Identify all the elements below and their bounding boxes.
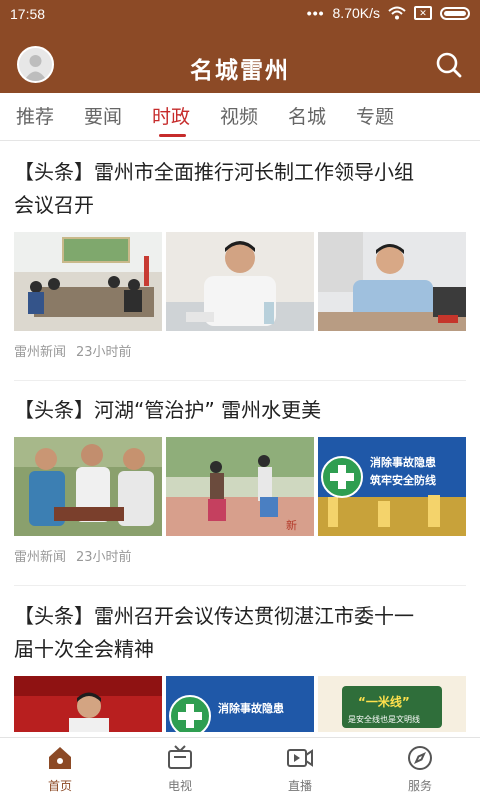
news-item[interactable]: 【头条】雷州市全面推行河长制工作领导小组 会议召开 雷州新闻 23小时前 — [0, 156, 480, 360]
network-speed: 8.70K/s — [332, 5, 380, 21]
nav-label: 电视 — [167, 779, 192, 793]
news-item[interactable]: 【头条】雷州召开会议传达贯彻湛江市委十一 届十次全会精神 消除事故隐患 “一米线… — [0, 600, 480, 732]
news-meta: 雷州新闻 23小时前 — [14, 341, 466, 360]
news-title[interactable]: 【头条】河湖“管治护” 雷州水更美 — [14, 394, 466, 427]
tab-video[interactable]: 视频 — [220, 93, 288, 141]
nav-services[interactable]: 服务 — [360, 738, 480, 800]
news-time: 23小时前 — [76, 345, 132, 360]
wifi-icon — [388, 6, 406, 20]
app-header: 17:58 ••• 8.70K/s ✕ 名城雷州 — [0, 0, 480, 93]
news-time: 23小时前 — [76, 550, 132, 565]
news-photo-park-walk[interactable]: 新 — [166, 437, 314, 536]
news-title[interactable]: 【头条】雷州召开会议传达贯彻湛江市委十一 届十次全会精神 — [14, 600, 466, 666]
news-source: 雷州新闻 — [14, 345, 67, 360]
news-thumbnails: 新 消除事故隐患 筑牢安全防线 — [14, 437, 466, 536]
divider — [14, 585, 466, 586]
tab-topics[interactable]: 专题 — [356, 93, 424, 141]
tab-headlines[interactable]: 要闻 — [84, 93, 152, 141]
title-bar: 名城雷州 — [0, 38, 480, 93]
nav-live[interactable]: 直播 — [240, 738, 360, 800]
svg-text:“一米线”: “一米线” — [358, 694, 410, 709]
news-photo-inspection[interactable] — [14, 437, 162, 536]
news-feed: 【头条】雷州市全面推行河长制工作领导小组 会议召开 雷州新闻 23小时前 【头条… — [0, 142, 480, 732]
tab-recommend[interactable]: 推荐 — [16, 93, 84, 141]
news-photo-meeting-room[interactable] — [14, 232, 162, 331]
live-camera-icon — [287, 749, 313, 767]
home-icon — [49, 747, 71, 769]
divider — [14, 380, 466, 381]
bottom-navigation: 首页 电视 直播 服务 — [0, 737, 480, 800]
nav-tv[interactable]: 电视 — [120, 738, 240, 800]
compass-icon — [408, 746, 432, 770]
news-banner-safety[interactable]: 消除事故隐患 — [166, 676, 314, 732]
news-item[interactable]: 【头条】河湖“管治护” 雷州水更美 新 消除事故隐患 筑牢安全防线 雷州新闻 2… — [0, 394, 480, 565]
status-indicators: ••• 8.70K/s ✕ — [307, 5, 470, 21]
news-title[interactable]: 【头条】雷州市全面推行河长制工作领导小组 会议召开 — [14, 156, 466, 222]
news-photo-official[interactable] — [318, 232, 466, 331]
battery-icon — [440, 6, 470, 20]
news-thumbnails — [14, 232, 466, 331]
nav-label: 服务 — [407, 779, 432, 793]
news-meta: 雷州新闻 23小时前 — [14, 546, 466, 565]
status-dots: ••• — [306, 5, 325, 21]
tv-icon — [168, 745, 192, 769]
status-time: 17:58 — [10, 6, 46, 22]
sim-icon: ✕ — [414, 6, 432, 20]
svg-text:是安全线也是文明线: 是安全线也是文明线 — [348, 714, 420, 724]
svg-text:消除事故隐患: 消除事故隐患 — [370, 455, 436, 469]
tab-city[interactable]: 名城 — [288, 93, 356, 141]
nav-home[interactable]: 首页 — [0, 738, 120, 800]
svg-text:新: 新 — [286, 518, 297, 532]
status-bar: 17:58 ••• 8.70K/s ✕ — [0, 0, 480, 28]
news-banner-one-meter-line[interactable]: “一米线” 是安全线也是文明线 — [318, 676, 466, 732]
category-tabs: 推荐 要闻 时政 视频 名城 专题 — [0, 93, 480, 141]
svg-text:消除事故隐患: 消除事故隐患 — [218, 701, 284, 715]
svg-text:筑牢安全防线: 筑牢安全防线 — [370, 473, 436, 487]
nav-label: 首页 — [47, 779, 72, 793]
tab-politics[interactable]: 时政 — [152, 93, 220, 141]
app-title: 名城雷州 — [190, 58, 290, 84]
news-thumbnails: 消除事故隐患 “一米线” 是安全线也是文明线 — [14, 676, 466, 732]
news-photo-speaker[interactable] — [166, 232, 314, 331]
news-banner-safety[interactable]: 消除事故隐患 筑牢安全防线 — [318, 437, 466, 536]
news-photo-conference[interactable] — [14, 676, 162, 732]
search-icon[interactable] — [434, 50, 464, 80]
nav-label: 直播 — [287, 779, 312, 793]
news-source: 雷州新闻 — [14, 550, 67, 565]
